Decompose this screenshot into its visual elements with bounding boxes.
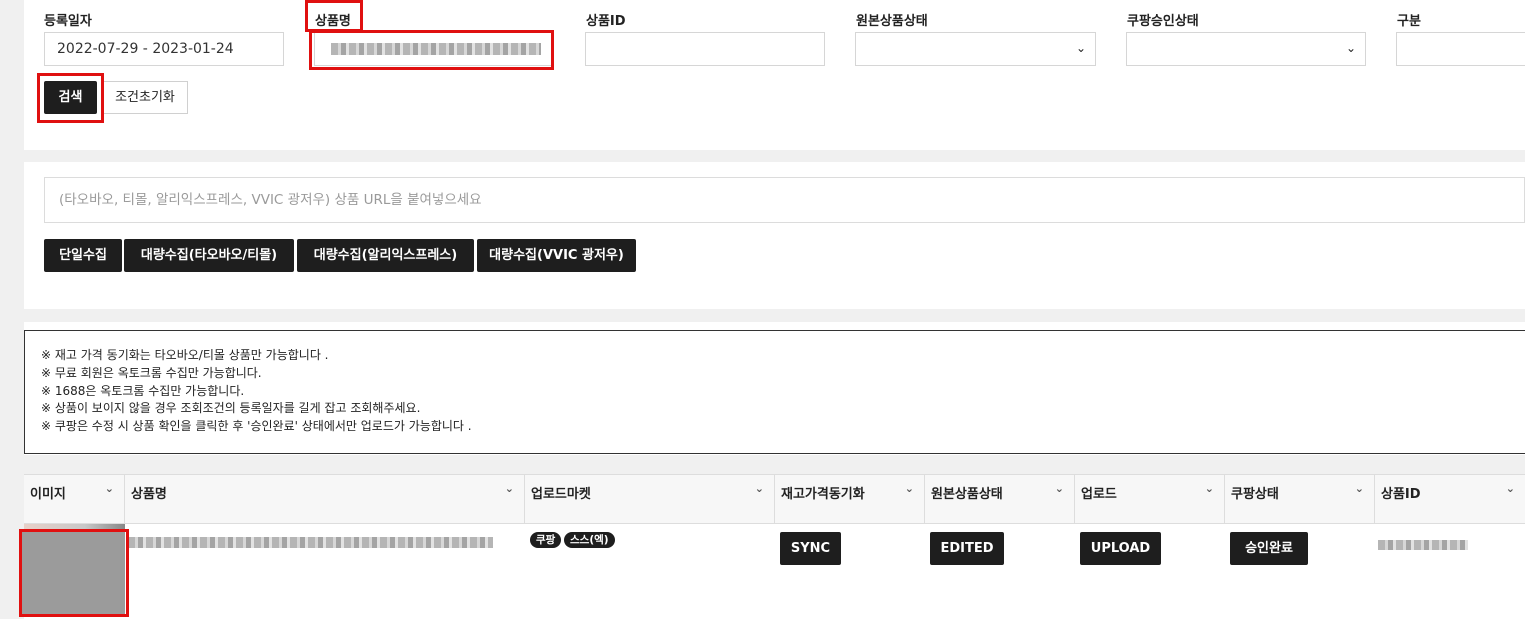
col-label: 이미지 [30, 487, 66, 502]
market-badge-smartstore: 스스(엑) [564, 532, 615, 548]
product-id-input[interactable] [585, 32, 825, 66]
col-origin-status[interactable]: 원본상품상태 ⌄ [925, 475, 1075, 525]
col-coupang-status[interactable]: 쿠팡상태 ⌄ [1225, 475, 1375, 525]
collect-panel: (타오바오, 티몰, 알리익스프레스, VVIC 광저우) 상품 URL을 붙여… [24, 162, 1525, 309]
col-image[interactable]: 이미지 ⌄ [24, 475, 125, 525]
reg-date-input[interactable]: 2022-07-29 - 2023-01-24 [44, 32, 284, 66]
origin-status-label: 원본상품상태 [856, 14, 928, 29]
chevron-down-icon[interactable]: ⌄ [755, 482, 764, 495]
product-id-cell [1378, 534, 1468, 553]
sync-button[interactable]: SYNC [780, 532, 841, 565]
bulk-collect-vvic-button[interactable]: 대량수집(VVIC 광저우) [477, 239, 636, 272]
search-panel: 등록일자 2022-07-29 - 2023-01-24 상품명 상품ID 원본… [24, 0, 1525, 150]
product-grid: 이미지 ⌄ 상품명 ⌄ 업로드마켓 ⌄ 재고가격동기화 ⌄ 원본상품상태 ⌄ 업로드 ⌄ 쿠… [24, 474, 1525, 619]
notice-box: ※ 재고 가격 동기화는 타오바오/티몰 상품만 가능합니다 . ※ 무료 회원… [24, 330, 1525, 454]
col-product-name[interactable]: 상품명 ⌄ [125, 475, 525, 525]
blurred-text [128, 537, 493, 548]
edited-button[interactable]: EDITED [930, 532, 1004, 565]
product-name-cell[interactable] [128, 532, 493, 551]
highlight-product-name-input [309, 30, 554, 70]
col-label: 상품ID [1381, 487, 1421, 502]
col-stock-price-sync[interactable]: 재고가격동기화 ⌄ [775, 475, 925, 525]
highlight-thumbnail [19, 529, 129, 617]
grid-header: 이미지 ⌄ 상품명 ⌄ 업로드마켓 ⌄ 재고가격동기화 ⌄ 원본상품상태 ⌄ 업로드 ⌄ 쿠… [24, 474, 1525, 525]
notice-line: ※ 쿠팡은 수정 시 상품 확인을 클릭한 후 '승인완료' 상태에서만 업로드… [41, 419, 472, 434]
chevron-down-icon[interactable]: ⌄ [1205, 482, 1214, 495]
bulk-collect-aliexpress-button[interactable]: 대량수집(알리익스프레스) [297, 239, 474, 272]
market-badge-coupang: 쿠팡 [530, 532, 562, 548]
chevron-down-icon[interactable]: ⌄ [1506, 482, 1515, 495]
col-label: 업로드 [1081, 487, 1117, 502]
notice-line: ※ 상품이 보이지 않을 경우 조회조건의 등록일자를 길게 잡고 조회해주세요… [41, 401, 421, 416]
single-collect-button[interactable]: 단일수집 [44, 239, 122, 272]
category-input[interactable] [1396, 32, 1525, 66]
coupang-approval-button[interactable]: 승인완료 [1230, 532, 1308, 565]
chevron-down-icon[interactable]: ⌄ [105, 482, 114, 495]
coupang-approval-label: 쿠팡승인상태 [1127, 14, 1199, 29]
upload-button[interactable]: UPLOAD [1080, 532, 1161, 565]
chevron-down-icon[interactable]: ⌄ [1055, 482, 1064, 495]
coupang-approval-select[interactable]: ⌄ [1126, 32, 1366, 66]
reset-button[interactable]: 조건초기화 [102, 81, 188, 114]
product-id-label: 상품ID [586, 14, 626, 29]
col-upload-market[interactable]: 업로드마켓 ⌄ [525, 475, 775, 525]
col-label: 재고가격동기화 [781, 487, 865, 502]
blurred-text [1378, 539, 1468, 550]
col-label: 쿠팡상태 [1231, 487, 1279, 502]
chevron-down-icon[interactable]: ⌄ [1355, 482, 1364, 495]
chevron-down-icon: ⌄ [1075, 41, 1086, 55]
notice-panel: ※ 재고 가격 동기화는 타오바오/티몰 상품만 가능합니다 . ※ 무료 회원… [24, 322, 1525, 455]
col-product-id[interactable]: 상품ID ⌄ [1375, 475, 1525, 525]
highlight-product-name-label [305, 0, 363, 32]
category-label: 구분 [1397, 14, 1421, 29]
col-label: 업로드마켓 [531, 487, 591, 502]
col-upload[interactable]: 업로드 ⌄ [1075, 475, 1225, 525]
reg-date-label: 등록일자 [44, 14, 92, 29]
col-label: 원본상품상태 [931, 487, 1003, 502]
chevron-down-icon[interactable]: ⌄ [505, 482, 514, 495]
origin-status-select[interactable]: ⌄ [855, 32, 1096, 66]
col-label: 상품명 [131, 487, 167, 502]
notice-line: ※ 1688은 옥토크롬 수집만 가능합니다. [41, 383, 245, 398]
bulk-collect-taobao-button[interactable]: 대량수집(타오바오/티몰) [124, 239, 294, 272]
chevron-down-icon[interactable]: ⌄ [905, 482, 914, 495]
chevron-down-icon: ⌄ [1345, 41, 1356, 55]
highlight-search-button [37, 73, 104, 123]
notice-line: ※ 무료 회원은 옥토크롬 수집만 가능합니다. [41, 365, 262, 380]
url-input[interactable]: (타오바오, 티몰, 알리익스프레스, VVIC 광저우) 상품 URL을 붙여… [44, 177, 1525, 223]
notice-line: ※ 재고 가격 동기화는 타오바오/티몰 상품만 가능합니다 . [41, 348, 329, 362]
